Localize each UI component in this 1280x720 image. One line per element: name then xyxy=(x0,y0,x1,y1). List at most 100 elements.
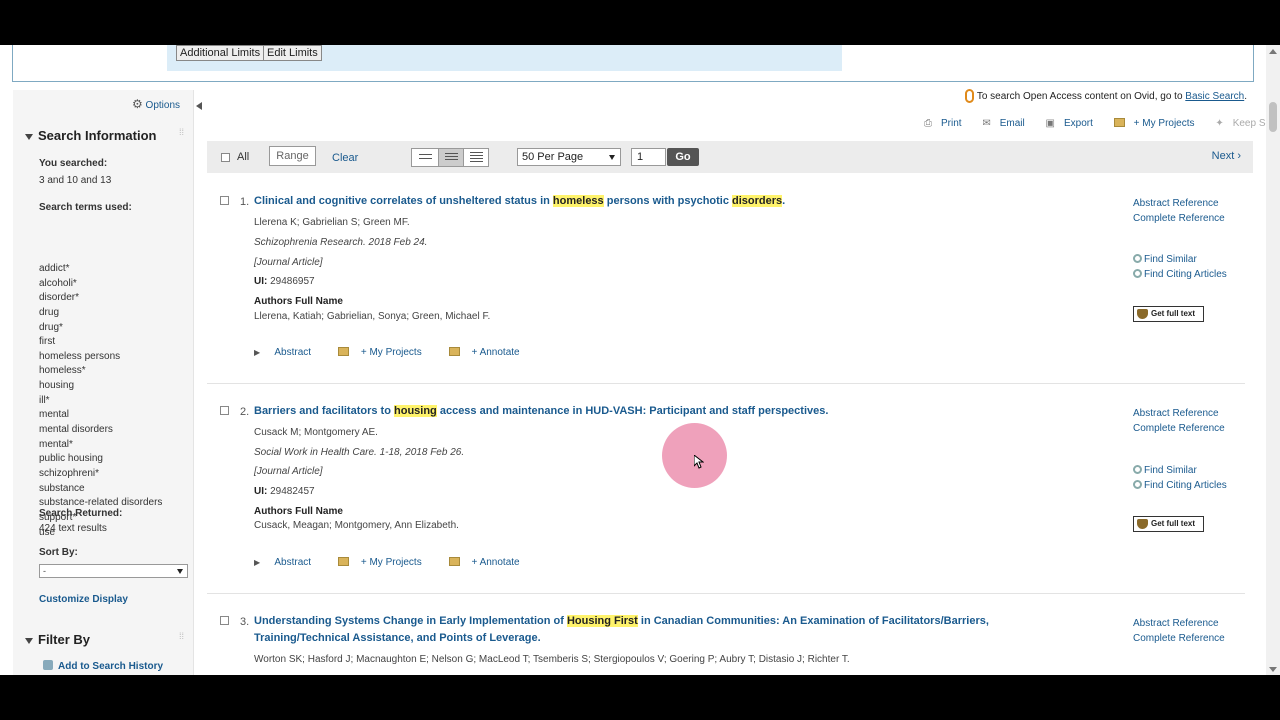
title-text: . xyxy=(782,195,786,207)
scroll-thumb[interactable] xyxy=(1269,102,1277,132)
title-text: Clinical and cognitive correlates of uns… xyxy=(254,195,553,207)
my-projects-button[interactable]: + My Projects xyxy=(1113,118,1204,129)
options-label: Options xyxy=(145,100,181,111)
print-label: Print xyxy=(941,118,962,129)
annotate-button[interactable]: + Annotate xyxy=(448,347,532,358)
add-to-search-history-link[interactable]: Add to Search History xyxy=(43,660,163,672)
select-all-checkbox[interactable] xyxy=(221,153,230,162)
result-checkbox[interactable] xyxy=(220,616,229,625)
annotate-button[interactable]: + Annotate xyxy=(448,557,532,568)
abstract-reference-link[interactable]: Abstract Reference xyxy=(1133,196,1227,211)
result-checkbox[interactable] xyxy=(220,406,229,415)
complete-reference-link[interactable]: Complete Reference xyxy=(1133,211,1227,226)
title-text: Training/Technical Assistance, and Point… xyxy=(254,632,541,644)
abstract-toggle[interactable]: ▶ Abstract xyxy=(254,347,323,358)
result-source: Schizophrenia Research. 2018 Feb 24. xyxy=(254,237,428,248)
returned-value: 424 text results xyxy=(39,523,107,534)
printer-icon: ⎙ xyxy=(924,118,932,129)
magnifier-icon xyxy=(1133,269,1142,278)
search-term: disorder* xyxy=(39,292,80,304)
options-link[interactable]: ⚙ Options xyxy=(132,97,180,111)
authors-full-name: Cusack, Meagan; Montgomery, Ann Elizabet… xyxy=(254,520,459,531)
open-access-icon xyxy=(964,89,974,103)
folder-icon xyxy=(1113,118,1125,127)
print-button[interactable]: ⎙ Print xyxy=(924,118,971,129)
add-to-projects-button[interactable]: + My Projects xyxy=(337,347,434,358)
per-page-select[interactable]: 50 Per Page xyxy=(517,148,621,166)
result-title[interactable]: Clinical and cognitive correlates of uns… xyxy=(254,193,1014,210)
basic-search-link[interactable]: Basic Search xyxy=(1185,91,1244,102)
find-citing-link[interactable]: Find Citing Articles xyxy=(1133,478,1227,493)
export-button[interactable]: ▣ Export xyxy=(1046,118,1102,129)
get-full-text-button[interactable]: Get full text xyxy=(1133,516,1204,532)
scroll-up-icon[interactable] xyxy=(1269,49,1277,54)
abstract-reference-link[interactable]: Abstract Reference xyxy=(1133,406,1227,421)
open-access-text: To search Open Access content on Ovid, g… xyxy=(976,91,1186,102)
page-viewport: Additional Limits Edit Limits Search Inf… xyxy=(0,45,1280,675)
result-item: 1. Clinical and cognitive correlates of … xyxy=(207,192,1245,372)
title-text: Barriers and facilitators to xyxy=(254,405,394,417)
page-scrollbar[interactable] xyxy=(1266,45,1280,675)
search-info-heading[interactable]: Search Information xyxy=(25,128,156,143)
search-term: mental* xyxy=(39,438,73,450)
scroll-down-icon[interactable] xyxy=(1269,667,1277,672)
title-highlight: homeless xyxy=(552,195,604,207)
sort-select[interactable]: - xyxy=(39,564,188,578)
keep-icon: ✦ xyxy=(1215,118,1224,129)
result-number: 1. xyxy=(240,196,250,208)
search-term: drug xyxy=(39,306,60,318)
magnifier-icon xyxy=(1133,465,1142,474)
find-similar-link[interactable]: Find Similar xyxy=(1133,463,1227,478)
drag-handle-icon[interactable]: ⁞⁞ xyxy=(179,128,185,140)
find-similar-label: Find Similar xyxy=(1144,254,1197,265)
result-number: 3. xyxy=(240,616,250,628)
page-number-input[interactable]: 1 xyxy=(631,148,666,166)
result-checkbox[interactable] xyxy=(220,196,229,205)
next-page-link[interactable]: Next › xyxy=(1212,150,1241,162)
result-divider xyxy=(207,383,1245,384)
abstract-reference-link[interactable]: Abstract Reference xyxy=(1133,616,1225,631)
customize-display-link[interactable]: Customize Display xyxy=(39,594,128,605)
export-icon: ▣ xyxy=(1045,118,1055,129)
abstract-label: Abstract xyxy=(274,347,312,358)
add-to-projects-button[interactable]: + My Projects xyxy=(337,557,434,568)
view-abstract-button[interactable] xyxy=(464,149,490,166)
email-button[interactable]: ✉ Email xyxy=(982,118,1033,129)
title-text: in Canadian Communities: An Examination … xyxy=(637,615,989,627)
find-similar-link[interactable]: Find Similar xyxy=(1133,252,1227,267)
title-text: access and maintenance in HUD-VASH: Part… xyxy=(436,405,829,417)
edit-limits-button[interactable]: Edit Limits xyxy=(263,45,322,61)
go-button[interactable]: Go xyxy=(667,148,699,166)
view-citation-button[interactable] xyxy=(438,149,464,166)
chevron-down-icon xyxy=(177,569,183,574)
range-button[interactable]: Range xyxy=(269,146,316,166)
collapse-sidebar-icon[interactable] xyxy=(196,102,202,110)
abstract-toggle[interactable]: ▶ Abstract xyxy=(254,557,323,568)
mouse-pointer-icon xyxy=(694,455,704,469)
find-citing-link[interactable]: Find Citing Articles xyxy=(1133,267,1227,282)
complete-reference-link[interactable]: Complete Reference xyxy=(1133,421,1227,436)
magnifier-icon xyxy=(1133,480,1142,489)
result-title[interactable]: Barriers and facilitators to housing acc… xyxy=(254,403,1014,420)
get-full-text-button[interactable]: Get full text xyxy=(1133,306,1204,322)
annotate-label: + Annotate xyxy=(471,557,520,568)
result-authors: Worton SK; Hasford J; Macnaughton E; Nel… xyxy=(254,654,850,665)
view-title-only-button[interactable] xyxy=(412,149,438,166)
projects-label: + My Projects xyxy=(1133,118,1195,129)
drag-handle-icon[interactable]: ⁞⁞ xyxy=(179,632,185,644)
filter-by-heading[interactable]: Filter By xyxy=(25,632,90,647)
result-divider xyxy=(207,593,1245,594)
clear-link[interactable]: Clear xyxy=(332,152,358,164)
ui-value: 29482457 xyxy=(270,486,315,497)
search-term: mental xyxy=(39,409,70,421)
ui-label: UI: xyxy=(254,486,268,497)
result-authors: Llerena K; Gabrielian S; Green MF. xyxy=(254,217,410,228)
result-authors: Cusack M; Montgomery AE. xyxy=(254,427,378,438)
magnifier-icon xyxy=(1133,254,1142,263)
complete-reference-link[interactable]: Complete Reference xyxy=(1133,631,1225,646)
shield-icon xyxy=(1137,519,1148,529)
additional-limits-button[interactable]: Additional Limits xyxy=(176,45,265,61)
triangle-right-icon: ▶ xyxy=(254,558,261,567)
result-ui: UI: 29482457 xyxy=(254,486,315,497)
result-title[interactable]: Understanding Systems Change in Early Im… xyxy=(254,613,1014,647)
